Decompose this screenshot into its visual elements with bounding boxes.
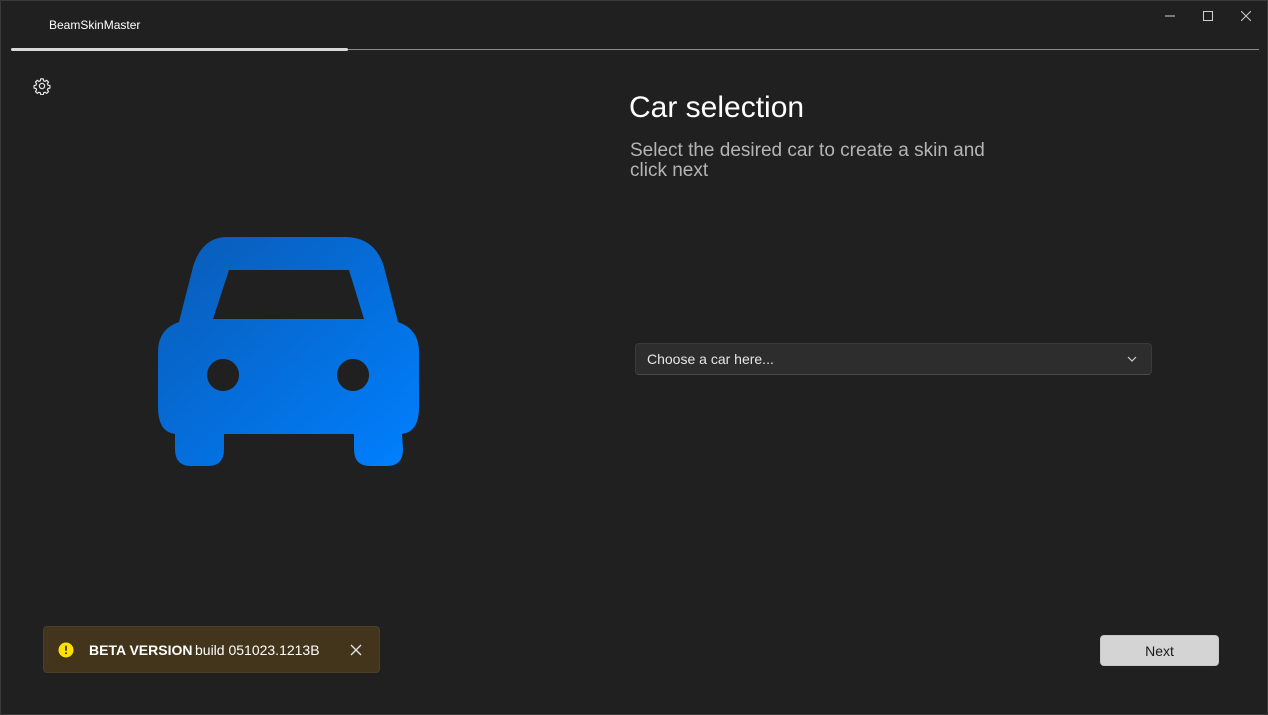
car-icon [158,237,419,466]
app-title: BeamSkinMaster [49,18,141,32]
minimize-icon [1165,15,1175,17]
close-icon [350,644,362,656]
warning-icon [58,642,74,658]
beta-info-bar: BETA VERSION build 051023.1213B [43,626,380,673]
title-bar[interactable]: BeamSkinMaster [1,1,1267,33]
maximize-button[interactable] [1191,1,1225,31]
beta-title: BETA VERSION [89,642,193,658]
minimize-button[interactable] [1153,1,1187,31]
maximize-icon [1203,11,1213,21]
chevron-down-icon [1127,356,1137,362]
wizard-progress-bar [11,48,348,51]
app-window: BeamSkinMaster Car selection Select the … [0,0,1268,715]
build-version: build 051023.1213B [195,642,320,658]
page-subtitle: Select the desired car to create a skin … [630,140,985,181]
close-icon [1241,11,1251,21]
car-select-dropdown[interactable]: Choose a car here... [635,343,1152,375]
gear-icon [33,78,51,95]
next-button[interactable]: Next [1100,635,1219,666]
settings-button[interactable] [29,73,55,99]
car-select-placeholder: Choose a car here... [647,351,774,367]
close-button[interactable] [1229,1,1263,31]
page-title: Car selection [629,91,805,124]
banner-close-button[interactable] [344,638,368,662]
